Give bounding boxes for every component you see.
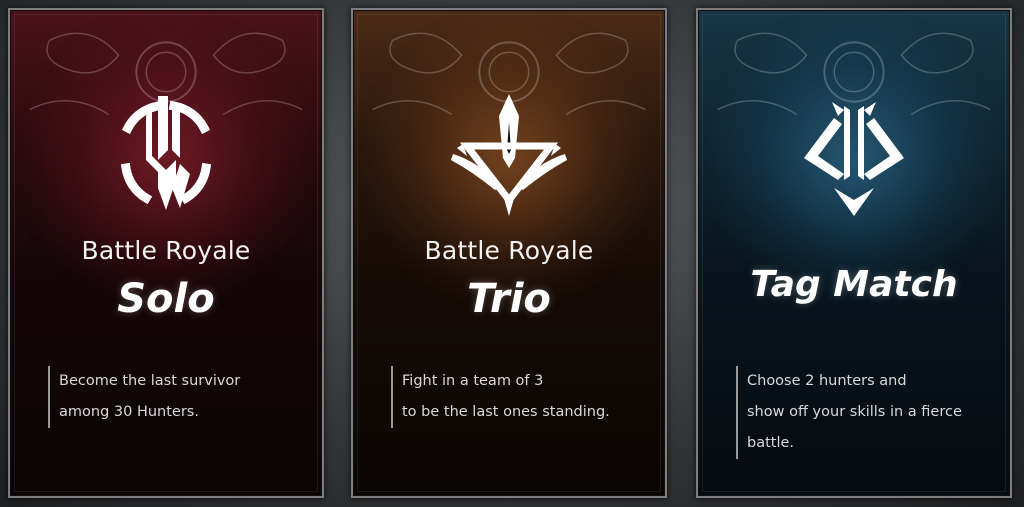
card-inner-border <box>14 14 318 492</box>
card-inner-border <box>702 14 1006 492</box>
mode-card-tag-match[interactable]: Tag Match Choose 2 hunters and show off … <box>696 8 1012 498</box>
card-inner-border <box>357 14 661 492</box>
mode-card-trio[interactable]: Battle Royale Trio Fight in a team of 3 … <box>351 8 667 498</box>
mode-card-solo[interactable]: Battle Royale Solo Become the last survi… <box>8 8 324 498</box>
game-mode-select-screen: Battle Royale Solo Become the last survi… <box>0 0 1024 507</box>
